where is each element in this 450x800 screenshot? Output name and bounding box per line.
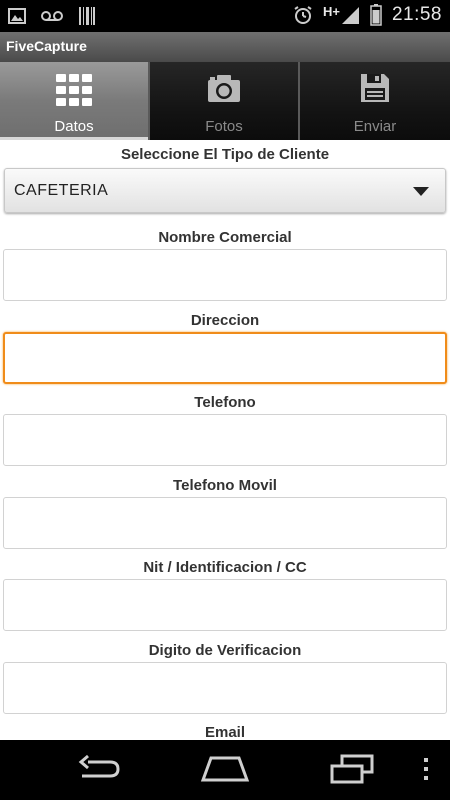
tab-bar: Datos Fotos Enviar — [0, 62, 450, 140]
client-type-dropdown[interactable]: CAFETERIA — [4, 168, 446, 213]
digito-verificacion-label: Digito de Verificacion — [148, 642, 302, 659]
app-title: FiveCapture — [6, 38, 87, 54]
clock: 21:58 — [391, 4, 442, 25]
notification-icons — [8, 6, 96, 26]
direccion-input[interactable] — [3, 332, 447, 384]
client-type-selected: CAFETERIA — [14, 182, 109, 199]
tab-datos-label: Datos — [54, 118, 94, 135]
image-notification-icon — [8, 8, 26, 24]
nombre-comercial-label: Nombre Comercial — [158, 229, 292, 246]
tab-fotos-label: Fotos — [205, 118, 243, 135]
network-type: H+ — [322, 4, 340, 19]
client-type-label: Seleccione El Tipo de Cliente — [120, 146, 330, 163]
navigation-bar — [0, 740, 450, 800]
system-icons: H+ 21:58 — [293, 4, 442, 26]
signal-icon — [341, 7, 359, 24]
tab-datos[interactable]: Datos — [0, 62, 150, 140]
barcode-icon — [79, 7, 95, 25]
dropdown-arrow-icon — [413, 187, 429, 196]
tab-active-indicator — [0, 137, 148, 140]
camera-icon — [208, 75, 240, 102]
telefono-movil-label: Telefono Movil — [173, 477, 277, 494]
telefono-movil-input[interactable] — [3, 497, 447, 549]
email-label: Email — [204, 724, 246, 741]
back-icon[interactable] — [76, 754, 124, 784]
status-bar: H+ 21:58 — [0, 0, 450, 32]
overflow-menu-icon[interactable] — [420, 754, 432, 784]
tab-fotos[interactable]: Fotos — [150, 62, 300, 140]
nombre-comercial-input[interactable] — [3, 249, 447, 301]
voicemail-icon — [41, 11, 63, 21]
recent-apps-icon[interactable] — [328, 754, 376, 784]
home-icon[interactable] — [199, 754, 251, 784]
battery-icon — [370, 4, 382, 26]
tab-enviar-label: Enviar — [353, 118, 397, 135]
digito-verificacion-input[interactable] — [3, 662, 447, 714]
telefono-label: Telefono — [194, 394, 256, 411]
direccion-label: Direccion — [190, 312, 260, 329]
save-icon — [361, 74, 389, 102]
grid-icon — [56, 74, 92, 106]
alarm-icon — [294, 6, 312, 24]
app-title-bar: FiveCapture — [0, 32, 450, 62]
tab-enviar[interactable]: Enviar — [300, 62, 450, 140]
nit-input[interactable] — [3, 579, 447, 631]
nit-label: Nit / Identificacion / CC — [143, 559, 307, 576]
signal-indicator: H+ — [322, 4, 360, 25]
telefono-input[interactable] — [3, 414, 447, 466]
